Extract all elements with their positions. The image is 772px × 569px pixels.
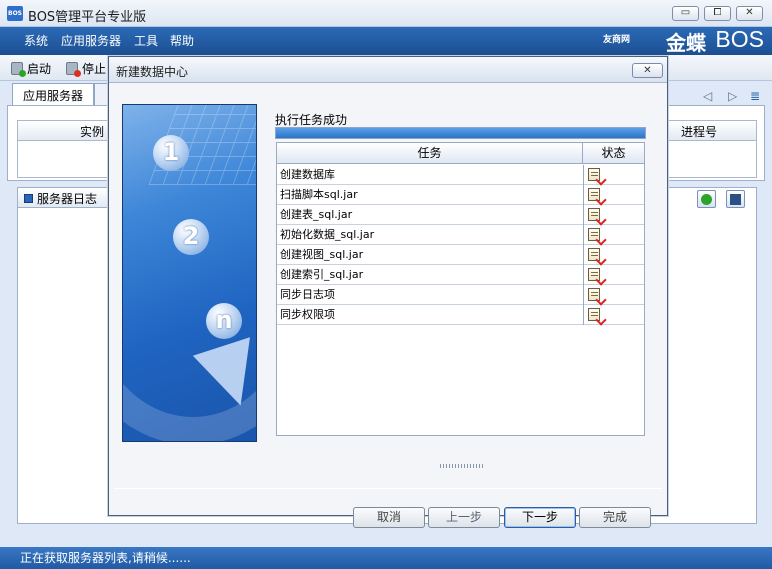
start-icon [11,62,26,77]
task-name: 扫描脚本sql.jar [280,188,358,201]
finish-button[interactable]: 完成 [579,507,651,528]
task-row[interactable]: 创建视图_sql.jar [277,245,644,265]
task-status-icon[interactable] [588,248,600,261]
task-row[interactable]: 同步权限项 [277,305,644,325]
tab-next-icon[interactable]: ▷ [728,89,737,103]
dialog-title: 新建数据中心 [116,65,189,79]
progress-fill [276,128,645,138]
tab-second[interactable] [94,83,108,106]
task-name: 创建索引_sql.jar [280,268,364,281]
refresh-icon [701,194,712,205]
menu-tools[interactable]: 工具 [134,32,158,49]
task-row[interactable]: 创建索引_sql.jar [277,265,644,285]
column-separator [583,245,584,265]
new-datacenter-dialog: 新建数据中心 ✕ 1 2 n 执行任务成功 任务 状态 创建数据库 扫描脚本sq… [108,56,668,528]
task-name: 创建数据库 [280,168,335,181]
task-name: 创建视图_sql.jar [280,248,364,261]
menu-help[interactable]: 帮助 [170,32,194,49]
kingdee-logo: 金蝶 [666,31,706,55]
task-row[interactable]: 创建表_sql.jar [277,205,644,225]
task-name: 同步日志项 [280,288,335,301]
task-table-header: 任务 状态 [277,143,644,164]
tab-app-server[interactable]: 应用服务器 [12,83,95,106]
youshang-logo: 友商网 [602,35,630,45]
stop-icon [66,62,81,77]
task-row[interactable]: 同步日志项 [277,285,644,305]
next-button[interactable]: 下一步 [504,507,576,528]
stop-label: 停止 [82,62,107,76]
previous-button[interactable]: 上一步 [428,507,500,528]
column-separator [583,165,584,185]
window-title: BOS管理平台专业版 [28,10,147,25]
task-name: 初始化数据_sql.jar [280,228,375,241]
dialog-close-button[interactable]: ✕ [632,63,663,78]
refresh-log-button[interactable] [697,190,716,208]
menu-app-server[interactable]: 应用服务器 [61,32,121,49]
progress-bar [275,127,646,139]
task-status-icon[interactable] [588,308,600,321]
wizard-illustration: 1 2 n [122,104,257,442]
title-bar: BOS BOS管理平台专业版 ▭ ⧠ ✕ [0,0,772,27]
save-icon [730,194,741,205]
start-label: 启动 [27,62,52,76]
column-separator [583,225,584,245]
task-row[interactable]: 初始化数据_sql.jar [277,225,644,245]
minimize-button[interactable]: ▭ [672,6,699,21]
resize-grip[interactable] [440,464,484,468]
menu-system[interactable]: 系统 [24,32,48,49]
log-icon [24,194,33,203]
save-log-button[interactable] [726,190,745,208]
column-status[interactable]: 状态 [583,143,644,164]
task-status-icon[interactable] [588,208,600,221]
task-status-icon[interactable] [588,188,600,201]
task-status-icon[interactable] [588,168,600,181]
bos-logo: BOS [715,26,764,52]
dialog-title-bar: 新建数据中心 ✕ [109,57,667,83]
column-separator [583,285,584,305]
maximize-button[interactable]: ⧠ [704,6,731,21]
column-separator [583,305,584,325]
stop-button[interactable]: 停止 [66,60,106,77]
step-1-icon: 1 [153,135,189,171]
step-n-icon: n [206,303,242,339]
column-pid[interactable]: 进程号 [681,123,717,140]
log-title: 服务器日志 [37,192,98,206]
task-status-icon[interactable] [588,288,600,301]
menu-bar: 系统 应用服务器 工具 帮助 友商网 金蝶 BOS [0,26,772,55]
column-task[interactable]: 任务 [277,143,583,164]
dialog-body: 1 2 n 执行任务成功 任务 状态 创建数据库扫描脚本sql.jar 创建表_s… [110,84,666,528]
task-row[interactable]: 创建数据库 [277,165,644,185]
step-2-icon: 2 [173,219,209,255]
dialog-divider [114,488,662,489]
column-separator [583,185,584,205]
execution-message: 执行任务成功 [275,113,348,127]
app-window: BOS BOS管理平台专业版 ▭ ⧠ ✕ 系统 应用服务器 工具 帮助 友商网 … [0,0,772,569]
task-name: 同步权限项 [280,308,335,321]
task-status-icon[interactable] [588,228,600,241]
task-row[interactable]: 扫描脚本sql.jar [277,185,644,205]
tab-prev-icon[interactable]: ◁ [703,89,712,103]
status-text: 正在获取服务器列表,请稍候...... [20,551,191,565]
start-button[interactable]: 启动 [11,60,51,77]
task-name: 创建表_sql.jar [280,208,353,221]
app-logo-icon: BOS [7,6,23,21]
column-separator [583,205,584,225]
tab-list-icon[interactable]: ≣ [750,89,760,103]
close-button[interactable]: ✕ [736,6,763,21]
column-instance[interactable]: 实例 [80,123,104,140]
task-table: 任务 状态 创建数据库扫描脚本sql.jar 创建表_sql.jar 初始化数据_s… [276,142,645,436]
task-status-icon[interactable] [588,268,600,281]
column-separator [583,265,584,285]
cancel-button[interactable]: 取消 [353,507,425,528]
